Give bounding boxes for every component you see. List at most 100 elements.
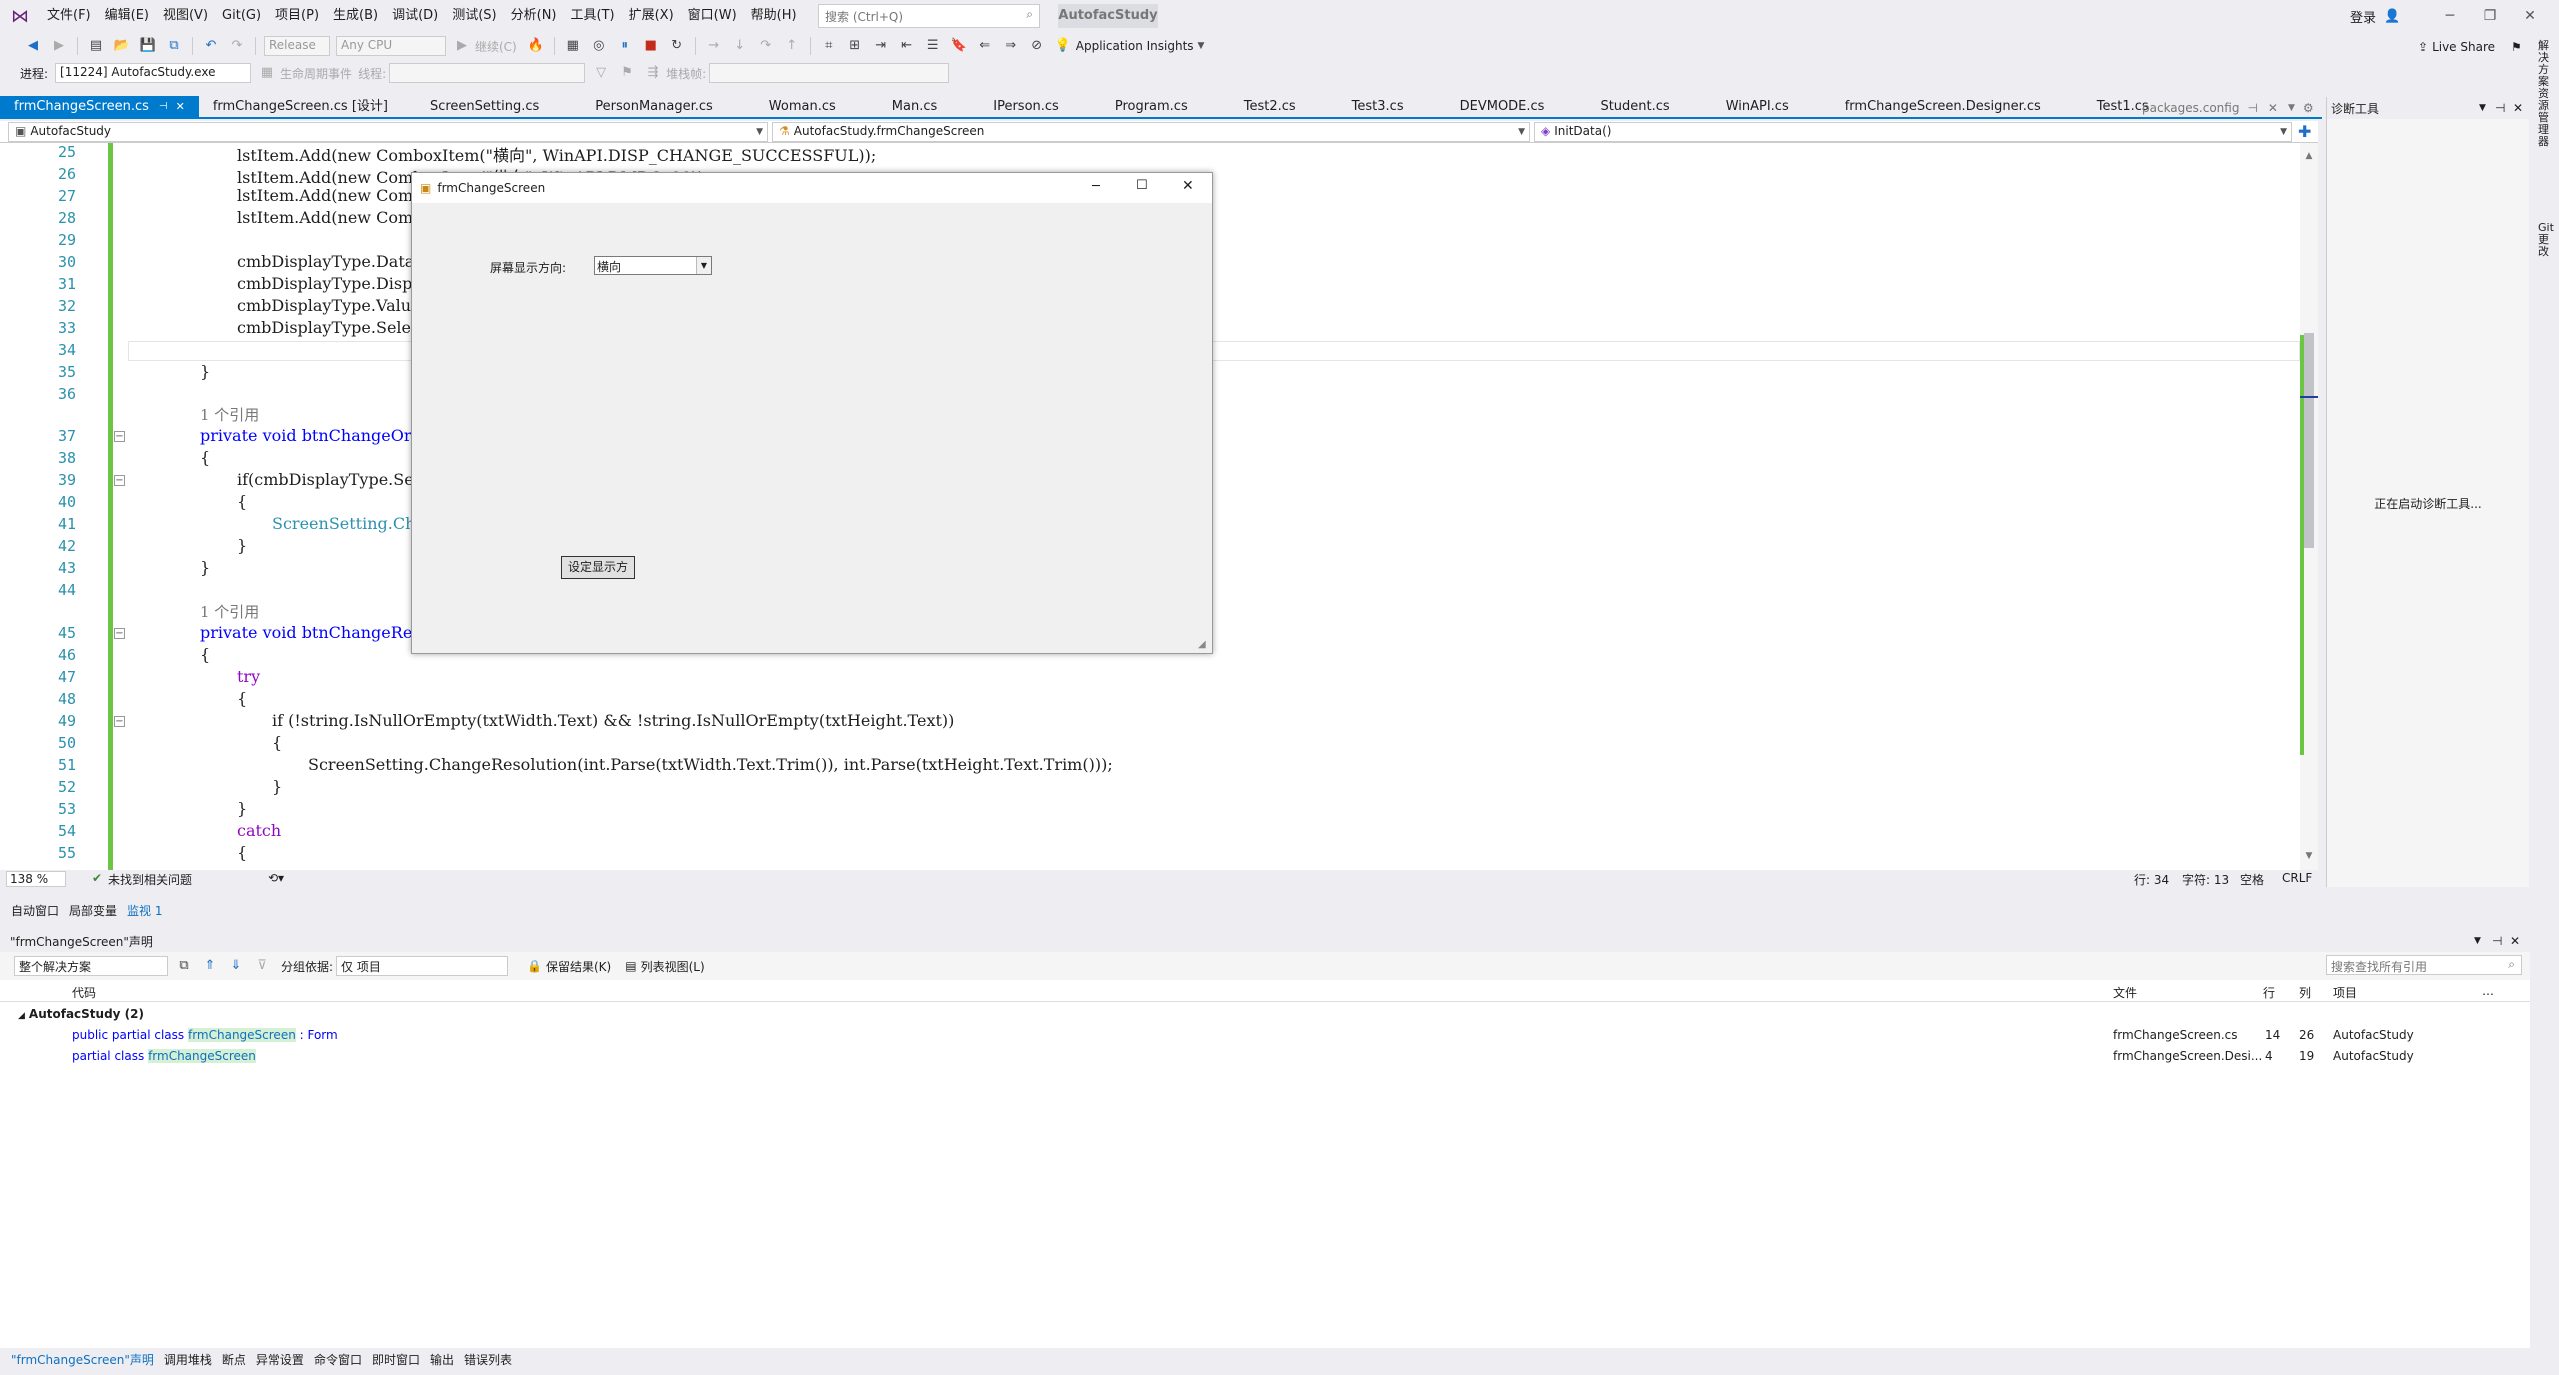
thread-select[interactable] — [389, 63, 586, 83]
menu-view[interactable]: 视图(V) — [156, 0, 215, 32]
git-changes-tab[interactable]: Git 更改 — [2538, 222, 2554, 258]
tab-breakpoints[interactable]: 断点 — [217, 1348, 251, 1372]
show-threads-icon[interactable]: ⇶ — [643, 63, 663, 83]
undo-icon[interactable]: ↶ — [201, 36, 221, 56]
menu-edit[interactable]: 编辑(E) — [98, 0, 156, 32]
scroll-up-icon[interactable]: ▲ — [2302, 151, 2316, 161]
form-title-bar[interactable]: ▣ frmChangeScreen ─ ☐ ✕ — [412, 173, 1212, 203]
col-code[interactable]: 代码 — [72, 984, 96, 1001]
keep-results-button[interactable]: 保留结果(K) — [546, 958, 611, 975]
resize-grip-icon[interactable]: ◢ — [1198, 639, 1206, 650]
expand-icon[interactable]: ◢ — [18, 1011, 25, 1021]
chevron-down-icon[interactable]: ▼ — [1198, 41, 1205, 51]
step-over-icon[interactable]: ↷ — [756, 36, 776, 56]
tab-call-stack[interactable]: 调用堆栈 — [159, 1348, 217, 1372]
browser-icon[interactable]: ▦ — [563, 36, 583, 56]
live-share-button[interactable]: ⇪ Live Share ⚑ — [2418, 36, 2522, 58]
signin-link[interactable]: 登录 — [2350, 7, 2376, 26]
pin-icon[interactable]: ⊣ — [2492, 934, 2502, 948]
back-icon[interactable]: ◀ — [23, 36, 43, 56]
menu-build[interactable]: 生成(B) — [326, 0, 385, 32]
no-issues-icon[interactable]: ✔ — [92, 871, 102, 885]
hex-icon[interactable]: ⌗ — [819, 36, 839, 56]
zoom-select[interactable]: 138 % — [6, 871, 66, 887]
hot-reload-icon[interactable]: 🔥 — [526, 36, 546, 56]
indent-icon[interactable]: ⇥ — [871, 36, 891, 56]
flag-icon[interactable]: ⚑ — [617, 63, 637, 83]
tab-personmanager[interactable]: PersonManager.cs — [567, 96, 741, 118]
menu-debug[interactable]: 调试(D) — [385, 0, 445, 32]
clear-filter-icon[interactable]: ⊽ — [252, 956, 272, 976]
config-select[interactable]: Release — [264, 36, 330, 56]
tab-error-list[interactable]: 错误列表 — [459, 1348, 517, 1372]
add-icon[interactable]: ✚ — [2298, 122, 2311, 141]
codelens-references[interactable]: 1 个引用 — [200, 601, 259, 622]
tab-designer[interactable]: frmChangeScreen.Designer.cs — [1817, 96, 2069, 118]
close-icon[interactable]: ✕ — [2513, 101, 2523, 115]
lifecycle-icon[interactable]: ▦ — [257, 63, 277, 83]
col-col[interactable]: 列 — [2299, 984, 2311, 1001]
set-orientation-button[interactable]: 设定显示方 — [561, 556, 635, 579]
col-line[interactable]: 行 — [2263, 984, 2275, 1001]
tab-immediate-window[interactable]: 即时窗口 — [367, 1348, 425, 1372]
chevron-down-icon[interactable]: ▼ — [2474, 936, 2481, 946]
orientation-combo[interactable]: 横向 ▼ — [594, 256, 712, 275]
collapse-icon[interactable]: − — [114, 716, 125, 727]
list-view-icon[interactable]: ▤ — [625, 959, 636, 973]
tab-iperson[interactable]: IPerson.cs — [965, 96, 1087, 118]
scope-select[interactable]: 整个解决方案 — [14, 956, 168, 976]
menu-project[interactable]: 项目(P) — [268, 0, 326, 32]
redo-icon[interactable]: ↷ — [227, 36, 247, 56]
continue-icon[interactable]: ▶ — [452, 36, 472, 56]
menu-file[interactable]: 文件(F) — [40, 0, 98, 32]
group-by-select[interactable]: 仅 项目 — [336, 956, 509, 976]
close-icon[interactable]: ✕ — [1182, 178, 1194, 194]
chevron-down-icon[interactable]: ▼ — [2288, 103, 2295, 113]
feedback-icon[interactable]: ⚑ — [2511, 40, 2522, 54]
restore-icon[interactable]: ❐ — [2470, 8, 2510, 24]
bookmark-prev-icon[interactable]: ⇐ — [975, 36, 995, 56]
lifecycle-events[interactable]: 生命周期事件 — [280, 65, 352, 82]
chevron-down-icon[interactable]: ▼ — [696, 257, 711, 274]
health-icon[interactable]: ⟲▾ — [268, 871, 284, 885]
collapse-icon[interactable]: − — [114, 475, 125, 486]
lock-icon[interactable]: 🔒 — [527, 959, 542, 973]
tab-exception-settings[interactable]: 异常设置 — [251, 1348, 309, 1372]
app-insights-button[interactable]: Application Insights — [1076, 39, 1194, 53]
bookmark-next-icon[interactable]: ⇒ — [1001, 36, 1021, 56]
restart-icon[interactable]: ↻ — [667, 36, 687, 56]
char-indicator[interactable]: 字符: 13 — [2182, 871, 2229, 888]
member-select[interactable]: ◈ InitData() ▼ — [1534, 122, 2292, 142]
table-row[interactable]: partial class frmChangeScreen — [72, 1049, 256, 1063]
menu-tools[interactable]: 工具(T) — [564, 0, 622, 32]
comment-icon[interactable]: ☰ — [923, 36, 943, 56]
issues-status[interactable]: 未找到相关问题 — [108, 871, 192, 888]
chevron-down-icon[interactable]: ▼ — [2479, 103, 2486, 113]
save-all-icon[interactable]: ⧉ — [164, 36, 184, 56]
stack-frame-select[interactable] — [709, 63, 950, 83]
signin-area[interactable]: 登录 👤 — [2350, 0, 2400, 32]
pin-icon[interactable]: ⊣ — [2247, 101, 2257, 115]
collapse-icon[interactable]: − — [114, 431, 125, 442]
vs-logo-icon[interactable]: ⋈ — [0, 6, 40, 27]
tab-packages-config[interactable]: packages.config — [2142, 101, 2239, 115]
tab-watch-1[interactable]: 监视 1 — [122, 899, 167, 923]
list-view-button[interactable]: 列表视图(L) — [641, 958, 705, 975]
menu-window[interactable]: 窗口(W) — [681, 0, 744, 32]
tab-output[interactable]: 输出 — [425, 1348, 459, 1372]
bookmark-clear-icon[interactable]: ⊘ — [1027, 36, 1047, 56]
platform-select[interactable]: Any CPU — [336, 36, 446, 56]
minimize-icon[interactable]: ─ — [1092, 179, 1100, 194]
settings-icon[interactable]: ⚙ — [2303, 101, 2314, 115]
tab-woman[interactable]: Woman.cs — [741, 96, 864, 118]
codelens-references[interactable]: 1 个引用 — [200, 404, 259, 425]
prev-result-icon[interactable]: ⇑ — [200, 956, 220, 976]
spacing-indicator[interactable]: 空格 — [2240, 871, 2264, 888]
minimize-icon[interactable]: ─ — [2430, 8, 2470, 24]
tab-winapi[interactable]: WinAPI.cs — [1698, 96, 1817, 118]
filter-icon[interactable]: ▽ — [591, 63, 611, 83]
tab-autos[interactable]: 自动窗口 — [6, 899, 64, 923]
pause-icon[interactable]: ⏸ — [615, 36, 635, 56]
editor-vertical-scrollbar[interactable]: ▲ ▼ — [2300, 143, 2318, 870]
forward-icon[interactable]: ▶ — [49, 36, 69, 56]
